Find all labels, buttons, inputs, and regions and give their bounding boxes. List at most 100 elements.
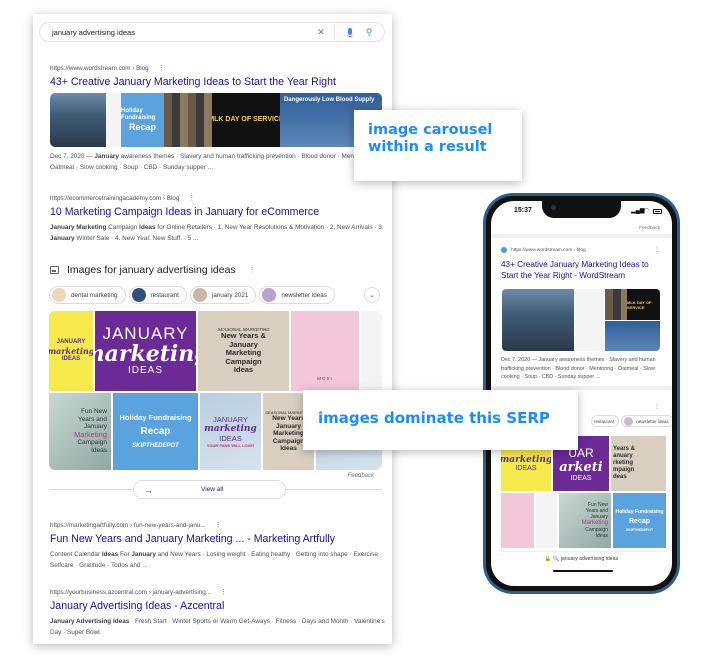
carousel-image[interactable]: Holiday Fundraising Recap [121,93,164,147]
chip-january-2021[interactable]: january 2021 [189,286,257,304]
search-result: https://ecommercetrainingacademy.com › B… [50,194,385,244]
divider [501,551,666,552]
wifi-icon: ◠ [644,208,650,214]
image-result[interactable] [501,493,534,548]
image-caption: marketing [204,423,257,434]
callout-text: images dominate this SERP [318,409,550,427]
image-result[interactable]: JANUARY marketing IDEAS YOUR FANS WILL L… [200,392,263,470]
image-caption: SKIPTHEDEPOT [132,443,179,450]
images-pack-title[interactable]: Images for january advertising ideas [67,264,236,276]
result-url[interactable]: https://www.wordstream.com › Blog [50,65,149,72]
close-icon[interactable]: ✕ [314,27,328,38]
chip-label: dental marketing [71,291,118,299]
chip-restaurant[interactable]: restaurant [128,286,187,304]
image-result[interactable]: Fun New Years and January Marketing Camp… [49,392,113,470]
image-caption: Marketing [581,520,608,526]
image-caption: mpaign [613,467,635,473]
search-input[interactable]: january advertising ideas [52,28,309,37]
image-caption: Years and [77,415,107,423]
image-caption: Campaign [77,439,107,447]
image-caption: Recap [628,518,650,525]
result-snippet: Dec 7, 2020 — January awareness themes ·… [501,357,656,380]
image-result[interactable]: Fun New Years and January Marketing Camp… [559,493,611,548]
image-result[interactable] [536,493,557,548]
carousel-image[interactable] [106,93,121,147]
image-caption: Holiday Fundraising [615,509,664,515]
chip-dental-marketing[interactable]: dental marketing [49,286,126,304]
view-all-button[interactable]: → View all [133,480,286,499]
search-result: https://marketingartfully.com › fun-new-… [50,521,385,571]
image-caption: IDEAS [219,433,242,443]
image-caption: JANUARY [213,414,248,424]
desktop-serp: january advertising ideas ✕ ⚲ https://ww… [33,14,392,644]
chevron-down-icon[interactable]: ⌄ [364,287,380,303]
image-caption: IDEAS [127,365,163,377]
carousel-image[interactable] [574,289,604,351]
chip-label: newsletter ideas [636,418,669,424]
search-bar[interactable]: january advertising ideas ✕ ⚲ [39,22,385,42]
more-options-icon[interactable]: ⋮ [220,588,227,596]
image-caption: IDEAS [515,465,537,472]
divider [334,26,335,38]
chip-label: january 2021 [211,291,249,299]
image-result[interactable]: Years & anuary rketing mpaign deas [611,436,666,491]
image-icon [50,266,59,274]
image-result[interactable]: Holiday Fundraising Recap SKIPTHEDEPOT [113,392,200,470]
more-options-icon[interactable]: ⋮ [654,403,660,410]
carousel-image[interactable] [164,93,212,147]
mic-icon[interactable] [343,27,357,37]
image-result[interactable]: Holiday Fundraising Recap SKIPTHEDEPOT [613,493,666,548]
result-cite: https://www.wordstream.com › Blog ⋮ [50,64,385,73]
image-caption: deas [613,474,627,480]
chip-restaurant[interactable]: restaurant [591,415,620,427]
result-url[interactable]: https://marketingartfully.com › fun-new-… [50,522,206,529]
image-result[interactable]: JANUARY marketing IDEAS [95,311,198,391]
carousel-image[interactable] [605,289,627,320]
result-title[interactable]: 43+ Creative January Marketing Ideas to … [501,259,666,281]
image-row: JANUARY marketing IDEAS JANUARY marketin… [49,311,382,391]
image-caption: Holiday Fundraising [119,413,192,423]
result-title[interactable]: Fun New Years and January Marketing ... … [50,533,385,545]
result-title[interactable]: 10 Marketing Campaign Ideas in January f… [50,206,385,218]
image-caption: Holiday Fundraising [121,108,156,121]
result-url[interactable]: https://yourbusiness.azcentral.com › jan… [50,589,211,596]
chip-newsletter-ideas[interactable]: newsletter ideas [259,286,335,304]
result-title[interactable]: 43+ Creative January Marketing Ideas to … [50,76,385,88]
image-carousel[interactable]: MLK DAY OF SERVICE [502,289,660,351]
image-result[interactable] [361,311,382,391]
home-indicator[interactable] [553,570,613,572]
image-caption: Dangerously Low Blood Supply [284,97,375,103]
image-result[interactable]: JANUARY marketing IDEAS [49,311,95,391]
chip-thumbnail [192,288,207,302]
carousel-image[interactable]: MLK DAY OF SERVICE [627,289,660,320]
result-url[interactable]: https://ecommercetrainingacademy.com › B… [50,195,179,202]
image-carousel[interactable]: Holiday Fundraising Recap MLK DAY OF SER… [50,93,382,147]
result-url[interactable]: https://www.wordstream.com › blog [511,248,586,253]
carousel-image[interactable]: MLK DAY OF SERVICE [212,93,280,147]
image-result[interactable]: SEASONAL MARKETING New Years & January M… [198,311,291,391]
feedback-link[interactable]: Feedback [348,473,374,479]
image-result[interactable]: MOXI [291,311,361,391]
carousel-image[interactable] [605,320,660,351]
chip-newsletter-ideas[interactable]: newsletter ideas [621,415,672,427]
feedback-link[interactable]: Feedback [639,226,660,231]
more-options-icon[interactable]: ⋮ [188,194,195,202]
image-caption: January [276,422,301,430]
result-title[interactable]: January Advertising Ideas - Azcentral [50,600,385,612]
more-options-icon[interactable]: ⋮ [215,521,222,529]
more-options-icon[interactable]: ⋮ [158,64,165,72]
url-bar[interactable]: 🔒 🔍 january advertising ideas [491,556,672,562]
result-cite: https://marketingartfully.com › fun-new-… [50,521,385,530]
image-caption: IDEAS [570,474,592,482]
more-options-icon[interactable]: ⋮ [654,246,660,253]
image-caption: Years & [613,446,636,452]
result-snippet: January Advertising Ideas · Fresh Start … [50,618,385,636]
carousel-image[interactable] [50,93,106,147]
image-caption: Marketing [273,430,304,437]
callout-text: image carousel [368,122,493,138]
image-caption: New Years [272,415,305,422]
carousel-image[interactable] [502,289,574,351]
callout-images-dominate: images dominate this SERP [303,390,578,450]
more-options-icon[interactable]: ⋮ [249,266,256,274]
search-icon[interactable]: ⚲ [362,27,376,38]
